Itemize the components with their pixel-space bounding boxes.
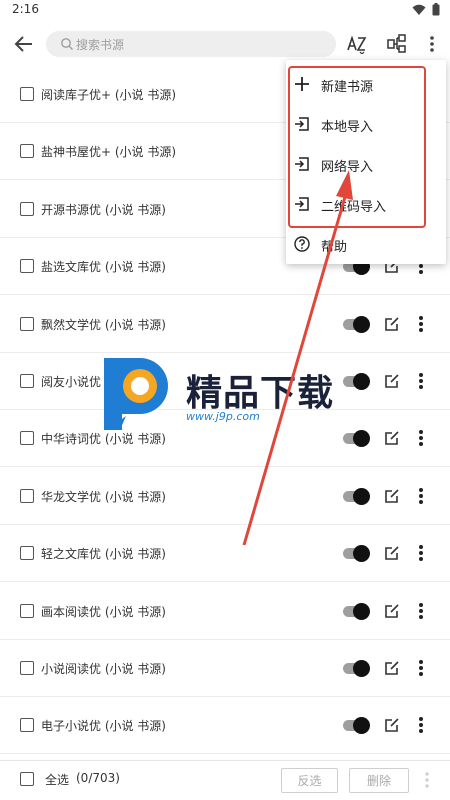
- edit-icon[interactable]: [383, 372, 401, 390]
- edit-icon[interactable]: [383, 602, 401, 620]
- wifi-icon: [412, 4, 426, 15]
- enable-toggle[interactable]: [343, 545, 371, 563]
- source-label: 开源书源优 (小说 书源): [41, 202, 166, 217]
- list-item[interactable]: 飘然文学优 (小说 书源): [0, 296, 450, 353]
- status-time: 2:16: [12, 2, 39, 16]
- list-item[interactable]: 华龙文学优 (小说 书源): [0, 468, 450, 525]
- source-label: 小说阅读优 (小说 书源): [41, 662, 166, 676]
- source-checkbox[interactable]: [20, 661, 34, 675]
- source-checkbox[interactable]: [20, 718, 34, 733]
- source-label: 华龙文学优 (小说 书源): [41, 489, 166, 504]
- sort-button[interactable]: [345, 32, 369, 56]
- enable-toggle[interactable]: [343, 660, 371, 677]
- more-vert-icon: [430, 36, 434, 52]
- menu-item[interactable]: 帮助: [286, 224, 446, 264]
- delete-button[interactable]: 删除: [349, 768, 409, 793]
- edit-icon[interactable]: [383, 659, 401, 677]
- source-label: 盐选文库优 (小说 书源): [41, 260, 166, 275]
- enable-toggle[interactable]: [343, 487, 371, 505]
- more-vert-icon[interactable]: [413, 372, 429, 390]
- edit-icon[interactable]: [383, 716, 401, 734]
- search-placeholder: 搜索书源: [76, 38, 125, 52]
- edit-icon[interactable]: [383, 429, 401, 447]
- watermark-text: 精品下载: [186, 373, 335, 414]
- source-checkbox[interactable]: [20, 87, 34, 101]
- watermark-url: www.j9p.com: [186, 410, 260, 423]
- group-button[interactable]: [385, 32, 409, 56]
- selection-count: (0/703): [76, 771, 120, 785]
- more-vert-icon[interactable]: [413, 716, 429, 734]
- bottom-more-button[interactable]: [424, 772, 432, 790]
- select-all-checkbox[interactable]: [20, 772, 34, 786]
- bottom-bar: 全选 (0/703) 反选 删除: [0, 760, 450, 800]
- enable-toggle[interactable]: [343, 717, 371, 735]
- source-checkbox[interactable]: [20, 431, 34, 446]
- invert-selection-button[interactable]: 反选: [281, 768, 338, 793]
- more-vert-icon[interactable]: [413, 659, 429, 677]
- source-label: 盐神书屋优+ (小说 书源): [41, 145, 177, 160]
- source-checkbox[interactable]: [20, 603, 34, 618]
- source-checkbox[interactable]: [20, 144, 34, 159]
- source-label: 轻之文库优 (小说 书源): [41, 547, 166, 562]
- more-vert-icon[interactable]: [413, 602, 429, 620]
- group-icon: [387, 34, 406, 53]
- source-label: 阅读库子优+ (小说 书源): [41, 88, 177, 102]
- more-vert-icon[interactable]: [413, 429, 429, 447]
- arrow-left-icon: [14, 36, 32, 52]
- watermark-p-icon: [104, 358, 168, 430]
- more-vert-icon[interactable]: [413, 487, 429, 505]
- back-button[interactable]: [12, 32, 36, 56]
- status-icons: [412, 3, 440, 16]
- source-checkbox[interactable]: [20, 259, 34, 274]
- list-item[interactable]: 小说阅读优 (小说 书源): [0, 640, 450, 697]
- menu-item-label: 帮助: [321, 240, 348, 255]
- edit-icon[interactable]: [383, 487, 401, 505]
- help-icon: [294, 236, 310, 252]
- source-checkbox[interactable]: [20, 316, 34, 331]
- source-checkbox[interactable]: [20, 546, 34, 561]
- sort-az-icon: [347, 35, 367, 54]
- search-icon: [61, 38, 73, 50]
- overflow-menu-button[interactable]: [420, 32, 444, 56]
- source-label: 画本阅读优 (小说 书源): [41, 604, 166, 619]
- select-all-label[interactable]: 全选: [45, 771, 69, 788]
- more-vert-icon: [425, 772, 429, 788]
- source-checkbox[interactable]: [20, 201, 34, 216]
- list-item[interactable]: 电子小说优 (小说 书源): [0, 697, 450, 755]
- watermark-logo: 精品下载 www.j9p.com: [96, 350, 356, 440]
- highlight-box: [288, 66, 426, 228]
- enable-toggle[interactable]: [343, 315, 371, 333]
- edit-icon[interactable]: [383, 544, 401, 562]
- list-item[interactable]: 画本阅读优 (小说 书源): [0, 583, 450, 640]
- search-input[interactable]: 搜索书源: [46, 31, 336, 57]
- more-vert-icon[interactable]: [413, 544, 429, 562]
- source-checkbox[interactable]: [20, 488, 34, 503]
- list-item[interactable]: 轻之文库优 (小说 书源): [0, 525, 450, 583]
- source-checkbox[interactable]: [20, 374, 34, 388]
- source-label: 飘然文学优 (小说 书源): [41, 317, 166, 332]
- source-label: 电子小说优 (小说 书源): [41, 719, 166, 734]
- status-bar: 2:16: [0, 0, 450, 20]
- battery-icon: [432, 3, 440, 16]
- more-vert-icon[interactable]: [413, 315, 429, 333]
- enable-toggle[interactable]: [343, 602, 371, 620]
- edit-icon[interactable]: [383, 315, 401, 333]
